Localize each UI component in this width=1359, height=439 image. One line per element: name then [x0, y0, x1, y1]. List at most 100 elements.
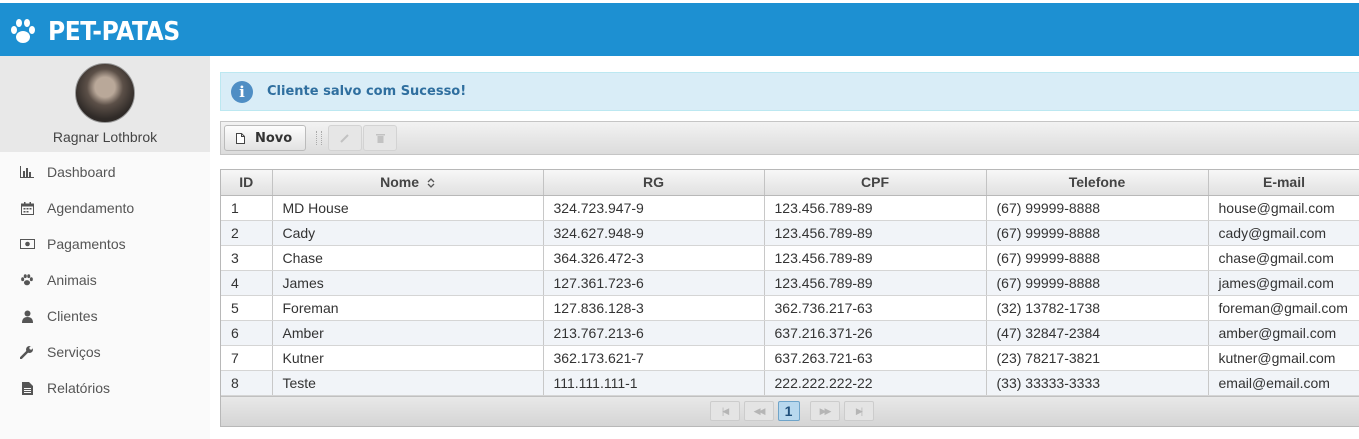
table-cell: (32) 13782-1738 [986, 295, 1209, 321]
sidebar-item-label: Clientes [47, 308, 98, 324]
column-header-rg[interactable]: RG [543, 170, 765, 196]
last-page-icon[interactable]: ▶| [843, 401, 874, 421]
avatar[interactable] [75, 63, 135, 123]
prev-page-icon[interactable]: ◀◀ [743, 401, 774, 421]
clients-table: ID Nome RG CPF Telefone E-mail 1 MD House… [220, 169, 1359, 427]
table-cell: 123.456.789-89 [764, 195, 987, 221]
success-alert: i Cliente salvo com Sucesso! [220, 72, 1359, 111]
paginator: |◀ ◀◀ 1 ▶▶ ▶| [221, 395, 1359, 426]
table-cell: 7 [221, 345, 273, 371]
new-button-label: Novo [255, 130, 293, 146]
table-header-row: ID Nome RG CPF Telefone E-mail [221, 170, 1359, 196]
sidebar-item-pagamentos[interactable]: Pagamentos [0, 226, 210, 262]
column-header-telefone[interactable]: Telefone [986, 170, 1209, 196]
table-row[interactable]: 3 Chase 364.326.472-3 123.456.789-89 (67) 99… [221, 245, 1359, 271]
table-cell: (67) 99999-8888 [986, 245, 1209, 271]
sidebar-item-label: Agendamento [47, 200, 135, 216]
new-button[interactable]: Novo [224, 125, 307, 151]
table-cell: (67) 99999-8888 [986, 195, 1209, 221]
sidebar-item-animais[interactable]: Animais [0, 262, 210, 298]
sidebar: Ragnar Lothbrok Dashboard Agendamento Pa… [0, 56, 210, 439]
table-cell: cady@gmail.com [1208, 220, 1359, 246]
sidebar-item-label: Dashboard [47, 164, 116, 180]
table-cell: (67) 99999-8888 [986, 220, 1209, 246]
table-cell: Foreman [272, 295, 544, 321]
first-page-icon[interactable]: |◀ [709, 401, 740, 421]
user-icon [19, 308, 35, 324]
delete-button[interactable] [363, 125, 398, 151]
table-cell: James [272, 270, 544, 296]
sidebar-menu: Dashboard Agendamento Pagamentos Animais… [0, 154, 210, 406]
table-cell: MD House [272, 195, 544, 221]
sidebar-item-servicos[interactable]: Serviços [0, 334, 210, 370]
info-icon: i [231, 80, 253, 103]
sidebar-item-label: Pagamentos [47, 236, 126, 252]
table-row[interactable]: 5 Foreman 127.836.128-3 362.736.217-63 (32) … [221, 295, 1359, 321]
edit-button[interactable] [328, 125, 363, 151]
table-body: 1 MD House 324.723.947-9 123.456.789-89 (67)… [221, 195, 1359, 396]
toolbar: Novo [220, 121, 1359, 155]
table-cell: 127.836.128-3 [543, 295, 765, 321]
table-cell: (33) 33333-3333 [986, 370, 1209, 396]
table-cell: 8 [221, 370, 273, 396]
main-content: i Cliente salvo com Sucesso! Novo ID Nom… [220, 72, 1359, 427]
table-cell: 123.456.789-89 [764, 220, 987, 246]
sidebar-item-dashboard[interactable]: Dashboard [0, 154, 210, 190]
calendar-icon [19, 200, 35, 216]
column-header-id[interactable]: ID [221, 170, 273, 196]
paw-logo-icon [11, 19, 35, 43]
sidebar-item-label: Relatórios [47, 380, 111, 396]
table-cell: house@gmail.com [1208, 195, 1359, 221]
table-cell: 111.111.111-1 [543, 370, 765, 396]
sidebar-item-agendamento[interactable]: Agendamento [0, 190, 210, 226]
column-header-cpf[interactable]: CPF [764, 170, 987, 196]
next-page-icon[interactable]: ▶▶ [809, 401, 840, 421]
sidebar-item-relatorios[interactable]: Relatórios [0, 370, 210, 406]
table-cell: amber@gmail.com [1208, 320, 1359, 346]
trash-icon [375, 134, 385, 143]
table-cell: Chase [272, 245, 544, 271]
brand-name: PET-PATAS [48, 17, 180, 47]
wrench-icon [19, 344, 35, 360]
table-cell: 324.627.948-9 [543, 220, 765, 246]
column-header-email[interactable]: E-mail [1208, 170, 1359, 196]
top-navbar: PET-PATAS [0, 0, 1359, 56]
table-cell: Cady [272, 220, 544, 246]
money-icon [19, 236, 35, 252]
table-cell: 6 [221, 320, 273, 346]
table-row[interactable]: 1 MD House 324.723.947-9 123.456.789-89 (67)… [221, 195, 1359, 221]
table-row[interactable]: 4 James 127.361.723-6 123.456.789-89 (67) 99… [221, 270, 1359, 296]
table-row[interactable]: 7 Kutner 362.173.621-7 637.263.721-63 (23) 7… [221, 345, 1359, 371]
table-cell: 123.456.789-89 [764, 245, 987, 271]
pencil-icon [340, 134, 349, 143]
table-cell: 4 [221, 270, 273, 296]
brand-logo[interactable]: PET-PATAS [8, 17, 194, 47]
table-cell: 362.736.217-63 [764, 295, 987, 321]
table-cell: 362.173.621-7 [543, 345, 765, 371]
column-header-nome[interactable]: Nome [272, 170, 544, 196]
sidebar-item-clientes[interactable]: Clientes [0, 298, 210, 334]
table-cell: 2 [221, 220, 273, 246]
document-icon [236, 132, 245, 144]
user-profile: Ragnar Lothbrok [0, 56, 210, 152]
table-cell: foreman@gmail.com [1208, 295, 1359, 321]
toolbar-separator [316, 131, 323, 145]
table-cell: 364.326.472-3 [543, 245, 765, 271]
profile-name: Ragnar Lothbrok [52, 129, 158, 145]
table-cell: 637.216.371-26 [764, 320, 987, 346]
table-cell: email@email.com [1208, 370, 1359, 396]
table-cell: 3 [221, 245, 273, 271]
table-cell: Kutner [272, 345, 544, 371]
table-row[interactable]: 2 Cady 324.627.948-9 123.456.789-89 (67) 999… [221, 220, 1359, 246]
table-row[interactable]: 8 Teste 111.111.111-1 222.222.222-22 (33) 33… [221, 370, 1359, 396]
table-cell: kutner@gmail.com [1208, 345, 1359, 371]
table-row[interactable]: 6 Amber 213.767.213-6 637.216.371-26 (47) 32… [221, 320, 1359, 346]
table-cell: 1 [221, 195, 273, 221]
table-cell: 637.263.721-63 [764, 345, 987, 371]
file-icon [19, 380, 35, 396]
sort-icon [427, 178, 435, 189]
paw-icon [19, 272, 35, 288]
table-cell: 123.456.789-89 [764, 270, 987, 296]
page-number-button[interactable]: 1 [777, 401, 800, 421]
table-cell: 127.361.723-6 [543, 270, 765, 296]
